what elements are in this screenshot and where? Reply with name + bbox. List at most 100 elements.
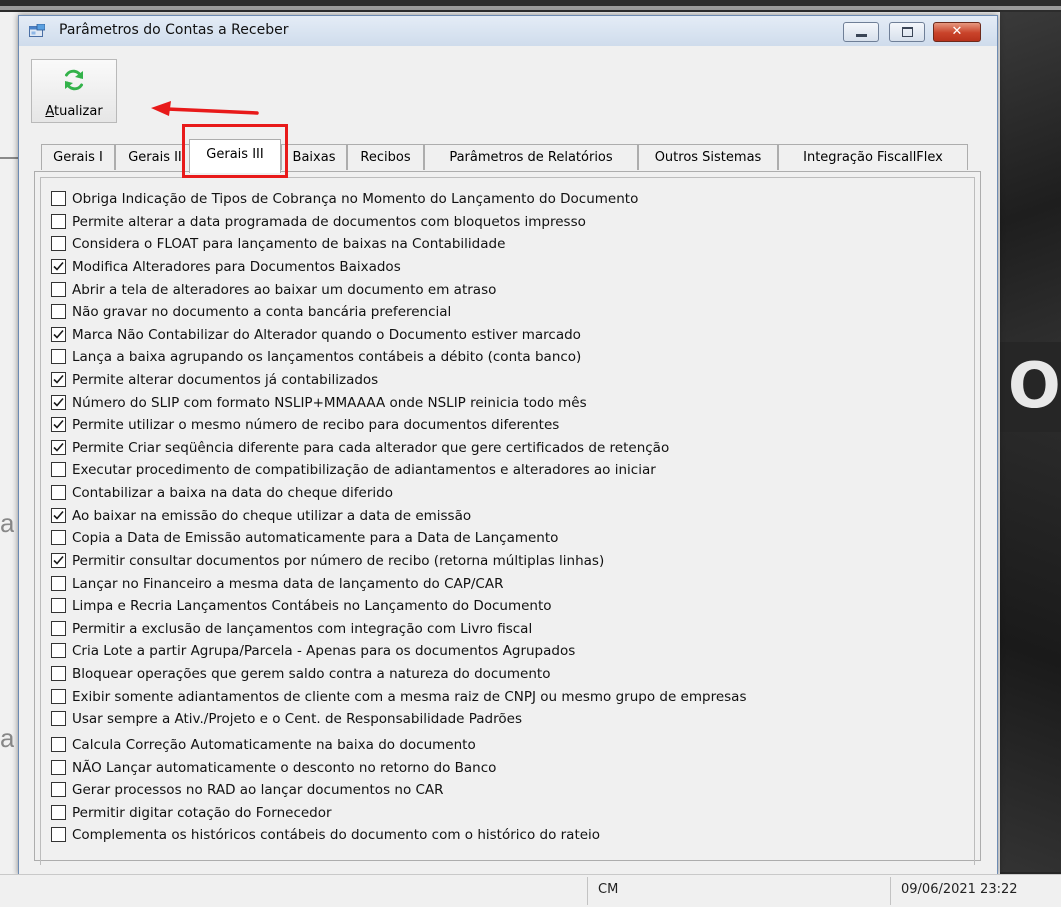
option-checkbox[interactable]	[51, 236, 66, 252]
option-label: Permitir consultar documentos por número…	[72, 552, 605, 569]
refresh-icon	[65, 69, 83, 91]
option-label: Complementa os históricos contábeis do d…	[72, 827, 601, 844]
option-label: Lança a baixa agrupando os lançamentos c…	[72, 349, 582, 366]
option-label: Copia a Data de Emissão automaticamente …	[72, 530, 559, 547]
tab-baixas[interactable]: Baixas	[281, 144, 347, 170]
option-checkbox[interactable]	[51, 598, 66, 614]
option-label: Considera o FLOAT para lançamento de bai…	[72, 236, 506, 253]
option-checkbox[interactable]	[51, 711, 66, 727]
background-large-text: OT	[1008, 355, 1061, 417]
option-checkbox[interactable]	[51, 507, 66, 523]
option-label: Permite Criar seqüência diferente para c…	[72, 439, 670, 456]
refresh-label: Atualizar	[45, 104, 103, 119]
option-checkbox[interactable]	[51, 827, 66, 843]
tab-parametros-relatorios[interactable]: Parâmetros de Relatórios	[424, 144, 638, 170]
app-window-icon	[29, 24, 45, 37]
status-user: CM	[598, 882, 619, 897]
option-checkbox[interactable]	[51, 439, 66, 455]
option-label: Permite alterar a data programada de doc…	[72, 213, 586, 230]
tab-strip: Gerais I Gerais II Gerais III Baixas Rec…	[41, 139, 971, 173]
option-label: Lançar no Financeiro a mesma data de lan…	[72, 575, 504, 592]
option-label: Ao baixar na emissão do cheque utilizar …	[72, 507, 472, 524]
close-icon: ✕	[951, 24, 963, 39]
option-checkbox[interactable]	[51, 417, 66, 433]
option-checkbox[interactable]	[51, 688, 66, 704]
option-checkbox[interactable]	[51, 394, 66, 410]
close-button[interactable]: ✕	[933, 22, 981, 42]
option-checkbox[interactable]	[51, 666, 66, 681]
background-right-image	[1000, 12, 1061, 874]
tab-panel-gerais-iii: Obriga Indicação de Tipos de Cobrança no…	[34, 171, 981, 865]
minimize-icon	[856, 34, 867, 37]
option-checkbox[interactable]	[51, 191, 66, 206]
option-checkbox[interactable]	[51, 213, 66, 229]
option-checkbox[interactable]	[51, 759, 66, 775]
option-checkbox[interactable]	[51, 304, 66, 320]
option-checkbox[interactable]	[51, 530, 66, 546]
refresh-button[interactable]: Atualizar	[31, 59, 117, 123]
option-label: Permitir digitar cotação do Fornecedor	[72, 804, 332, 821]
option-checkbox[interactable]	[51, 575, 66, 591]
option-label: Exibir somente adiantamentos de cliente …	[72, 688, 747, 705]
window-title: Parâmetros do Contas a Receber	[59, 22, 289, 38]
option-label: Usar sempre a Ativ./Projeto e o Cent. de…	[72, 711, 522, 728]
option-checkbox[interactable]	[51, 620, 66, 636]
checkmark-icon	[53, 374, 64, 384]
tab-gerais-ii[interactable]: Gerais II	[115, 144, 195, 170]
maximize-button[interactable]	[889, 22, 925, 42]
checkmark-icon	[53, 420, 64, 429]
tab-gerais-iii[interactable]: Gerais III	[189, 139, 281, 173]
option-label: Gerar processos no RAD ao lançar documen…	[72, 782, 444, 799]
option-label: Permite alterar documentos já contabiliz…	[72, 372, 379, 388]
option-checkbox[interactable]	[51, 736, 66, 752]
status-separator	[890, 877, 891, 905]
status-datetime: 09/06/2021 23:22	[901, 882, 1018, 897]
option-label: Calcula Correção Automaticamente na baix…	[72, 736, 476, 753]
checkmark-icon	[53, 555, 64, 565]
option-label: Permite utilizar o mesmo número de recib…	[72, 417, 560, 434]
option-checkbox[interactable]	[51, 372, 66, 387]
option-label: Obriga Indicação de Tipos de Cobrança no…	[72, 191, 639, 207]
annotation-arrow	[151, 101, 259, 116]
title-bar[interactable]: Parâmetros do Contas a Receber ✕	[19, 16, 997, 46]
option-checkbox[interactable]	[51, 349, 66, 365]
options-group: Obriga Indicação de Tipos de Cobrança no…	[40, 177, 975, 865]
minimize-button[interactable]	[843, 22, 879, 42]
checkmark-icon	[53, 442, 64, 452]
option-checkbox[interactable]	[51, 326, 66, 342]
tab-gerais-i[interactable]: Gerais I	[41, 144, 115, 170]
tab-recibos[interactable]: Recibos	[347, 144, 424, 170]
status-bar: CM 09/06/2021 23:22	[0, 874, 1061, 907]
checkmark-icon	[53, 397, 64, 407]
option-label: Marca Não Contabilizar do Alterador quan…	[72, 326, 581, 343]
checkmark-icon	[53, 329, 64, 339]
option-label: Contabilizar a baixa na data do cheque d…	[72, 485, 393, 502]
option-label: Abrir a tela de alteradores ao baixar um…	[72, 281, 497, 298]
option-checkbox[interactable]	[51, 281, 66, 297]
option-label: Número do SLIP com formato NSLIP+MMAAAA …	[72, 394, 587, 411]
option-label: Permitir a exclusão de lançamentos com i…	[72, 620, 533, 637]
option-label: Bloquear operações que gerem saldo contr…	[72, 666, 551, 682]
option-label: Cria Lote a partir Agrupa/Parcela - Apen…	[72, 643, 576, 660]
option-label: Limpa e Recria Lançamentos Contábeis no …	[72, 598, 552, 615]
option-label: Não gravar no documento a conta bancária…	[72, 304, 452, 321]
option-label: Modifica Alteradores para Documentos Bai…	[72, 258, 401, 275]
option-checkbox[interactable]	[51, 258, 66, 274]
checkmark-icon	[53, 261, 64, 271]
checkmark-icon	[53, 510, 64, 520]
option-checkbox[interactable]	[51, 462, 66, 478]
option-checkbox[interactable]	[51, 485, 66, 501]
option-checkbox[interactable]	[51, 643, 66, 659]
option-label: Executar procedimento de compatibilizaçã…	[72, 462, 656, 479]
maximize-icon	[902, 27, 913, 37]
parameters-dialog: Parâmetros do Contas a Receber ✕ Atualiz…	[18, 15, 998, 875]
tab-integracao-fiscallflex[interactable]: Integração FiscallFlex	[778, 144, 968, 170]
option-label: NÃO Lançar automaticamente o desconto no…	[72, 759, 497, 776]
option-checkbox[interactable]	[51, 782, 66, 798]
status-separator	[587, 877, 588, 905]
option-checkbox[interactable]	[51, 552, 66, 568]
tab-outros-sistemas[interactable]: Outros Sistemas	[638, 144, 778, 170]
option-checkbox[interactable]	[51, 804, 66, 820]
background-text-fragment: ac	[0, 508, 14, 538]
background-text-fragment: ac	[0, 723, 14, 753]
